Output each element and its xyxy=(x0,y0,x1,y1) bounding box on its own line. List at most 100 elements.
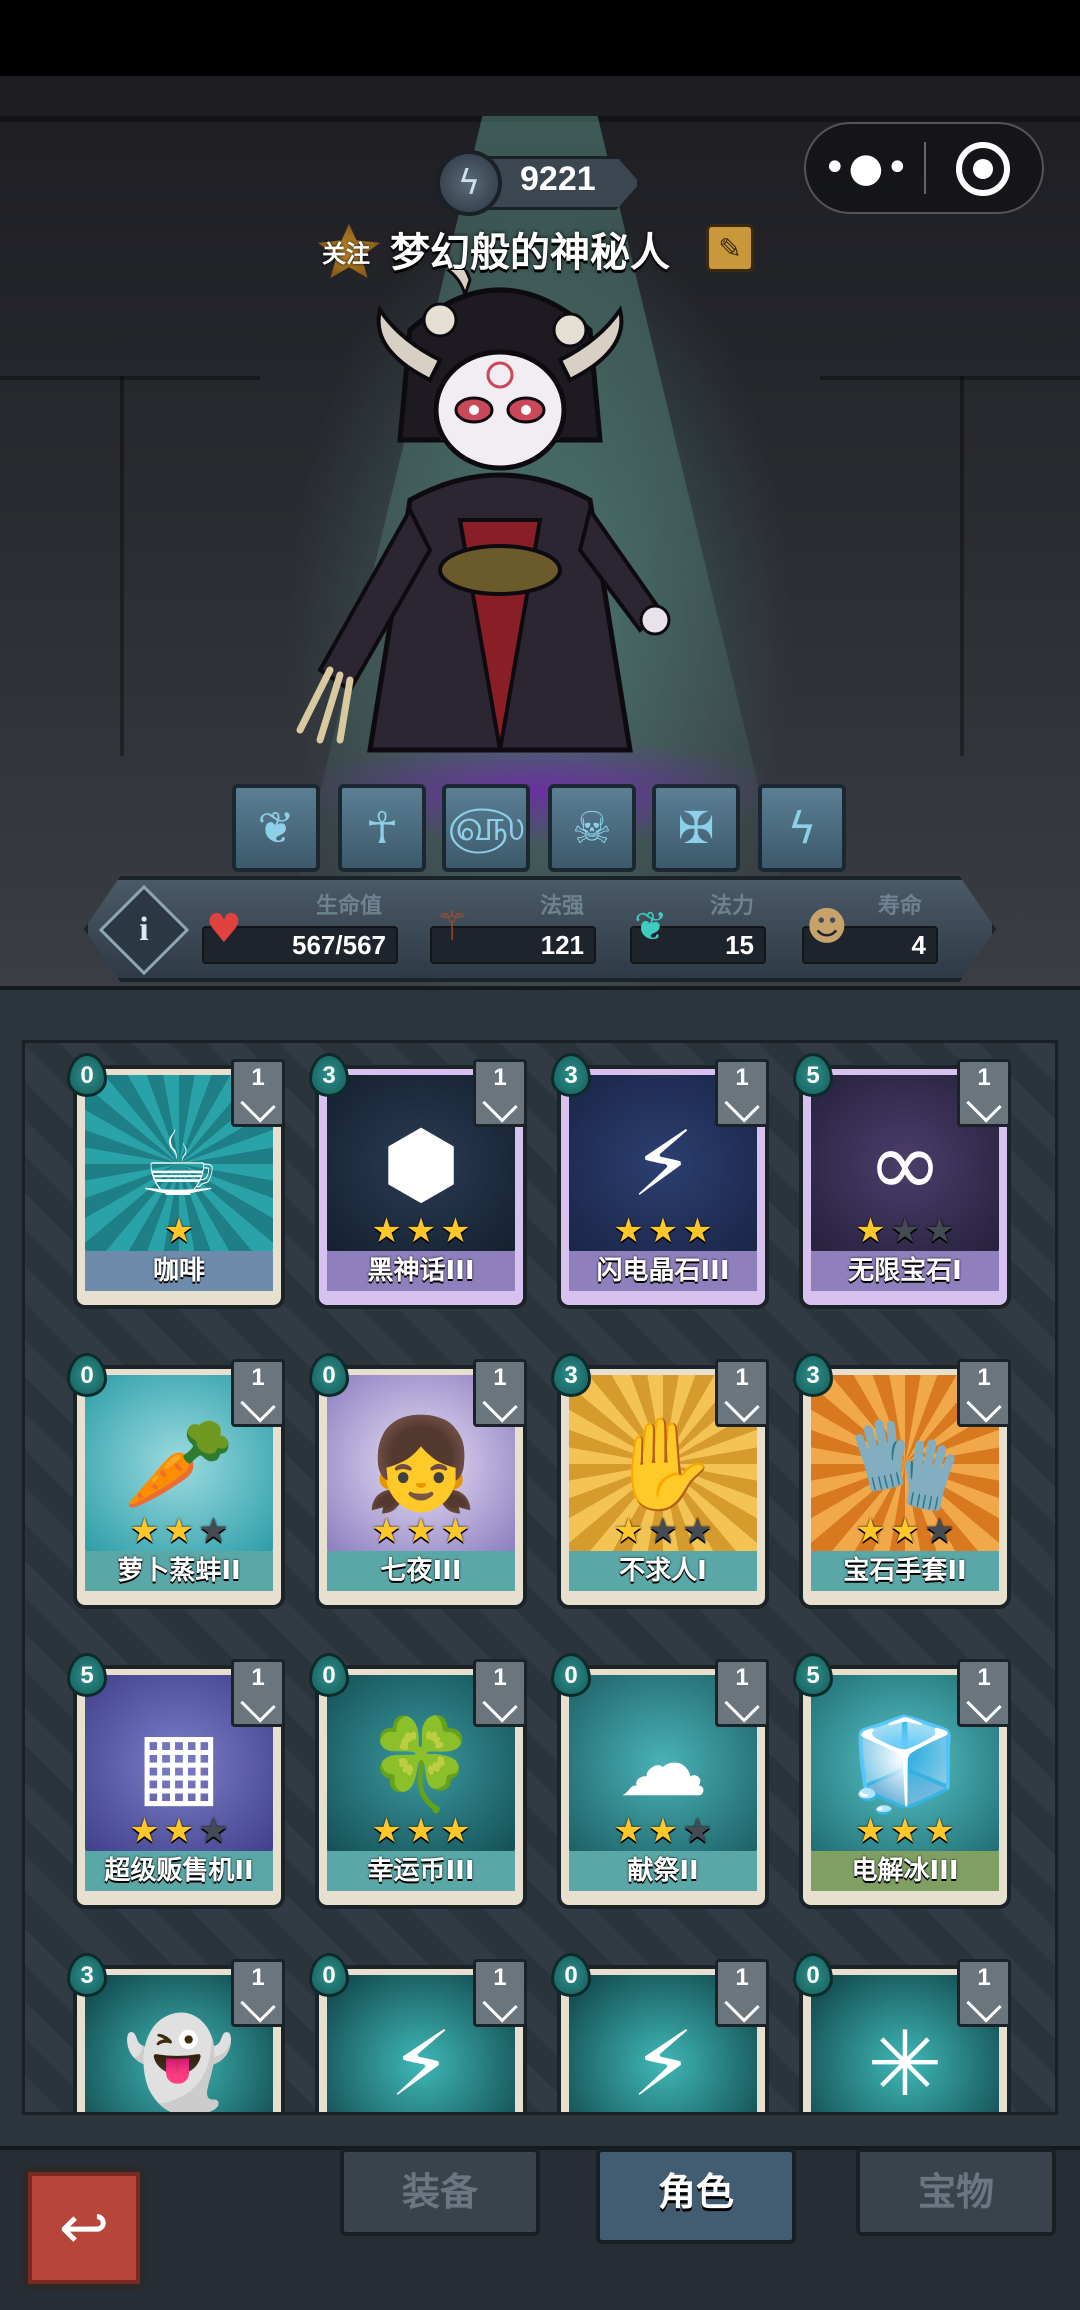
star-rating: ★ ★ ★ xyxy=(569,1211,757,1251)
item-card[interactable]: 🧤 ★ ★ ★ 宝石手套II 3 1 xyxy=(793,1353,1011,1609)
edit-name-icon[interactable]: ✎ xyxy=(706,224,754,272)
status-bar xyxy=(0,0,1080,76)
card-name: 电解冰III xyxy=(811,1851,999,1891)
star-icon: ★ xyxy=(889,1811,921,1851)
skill-bolt-icon[interactable]: ϟ xyxy=(758,784,846,872)
item-card[interactable]: ⚡ 0 1 xyxy=(551,1953,769,2112)
mana-cost-badge: 0 xyxy=(67,1353,107,1397)
stack-chevron-icon xyxy=(724,1087,760,1123)
tab-equipment[interactable]: 装备 xyxy=(340,2148,540,2236)
card-art-icon: ⚡ xyxy=(631,1111,695,1217)
star-icon: ★ xyxy=(163,1811,195,1851)
info-icon[interactable]: i xyxy=(112,898,176,962)
stack-chevron-icon xyxy=(482,1387,518,1423)
item-card[interactable]: ▦ ★ ★ ★ 超级贩售机II 5 1 xyxy=(67,1653,285,1909)
star-icon: ★ xyxy=(371,1511,402,1551)
item-card[interactable]: ✋ ★ ★ ★ 不求人I 3 1 xyxy=(551,1353,769,1609)
item-card[interactable]: 👻 3 1 xyxy=(67,1953,285,2112)
mana-label: 法力 xyxy=(710,894,755,919)
card-name: 幸运币III xyxy=(327,1851,515,1891)
stack-count-badge: 1 xyxy=(473,1059,527,1127)
mana-cost-badge: 0 xyxy=(793,1953,833,1997)
stack-chevron-icon xyxy=(966,1387,1002,1423)
more-menu-icon[interactable]: •●• xyxy=(812,124,922,212)
item-card[interactable]: ∞ ★ ★ ★ 无限宝石I 5 1 xyxy=(793,1053,1011,1309)
stack-count: 1 xyxy=(251,1964,265,1991)
mana-cost-badge: 0 xyxy=(309,1653,349,1697)
staff-icon: ⚚ xyxy=(434,904,470,950)
stack-count-badge: 1 xyxy=(473,1659,527,1727)
capsule-divider xyxy=(924,142,926,194)
star-icon: ★ xyxy=(371,1811,402,1851)
star-icon: ★ xyxy=(682,1811,713,1851)
stack-count: 1 xyxy=(977,1364,991,1391)
star-rating: ★ ★ ★ xyxy=(327,1811,515,1851)
item-card[interactable]: 🧊 ★ ★ ★ 电解冰III 5 1 xyxy=(793,1653,1011,1909)
item-card[interactable]: ☕ ★ 咖啡 0 1 xyxy=(67,1053,285,1309)
card-art-icon: ⚡ xyxy=(389,2011,453,2115)
star-icon: ★ xyxy=(682,1211,713,1251)
star-icon: ★ xyxy=(613,1811,644,1851)
star-icon: ★ xyxy=(405,1811,437,1851)
card-name: 献祭II xyxy=(569,1851,757,1891)
star-icon: ★ xyxy=(647,1211,679,1251)
card-art-icon: ☕ xyxy=(138,1111,220,1217)
star-icon: ★ xyxy=(855,1811,886,1851)
star-rating: ★ ★ ★ xyxy=(569,1511,757,1551)
card-art-icon: 🥕 xyxy=(122,1411,236,1517)
follow-label[interactable]: 关注 xyxy=(322,234,370,269)
mana-cost-badge: 5 xyxy=(67,1653,107,1697)
tab-treasure[interactable]: 宝物 xyxy=(856,2148,1056,2236)
stack-count-badge: 1 xyxy=(957,1959,1011,2027)
item-card[interactable]: ✳ 0 1 xyxy=(793,1953,1011,2115)
star-icon: ★ xyxy=(440,1211,471,1251)
item-card[interactable]: 🥕 ★ ★ ★ 萝卜蒸蚌II 0 1 xyxy=(67,1353,285,1609)
stack-count: 1 xyxy=(735,1964,749,1991)
card-art-icon: ✳ xyxy=(867,2011,943,2115)
skill-cross-icon[interactable]: ✠ xyxy=(652,784,740,872)
star-icon: ★ xyxy=(440,1811,471,1851)
skill-skull-icon[interactable]: ☠ xyxy=(548,784,636,872)
stack-chevron-icon xyxy=(966,1687,1002,1723)
power-label: 法强 xyxy=(540,894,585,919)
star-rating: ★ ★ ★ xyxy=(327,1211,515,1251)
item-card[interactable]: ⚡ 0 1 xyxy=(309,1953,527,2115)
item-card[interactable]: ⚡ ★ ★ ★ 闪电晶石III 3 1 xyxy=(551,1053,769,1309)
card-art-icon: 🍀 xyxy=(364,1711,478,1817)
item-card[interactable]: ⬢ ★ ★ ★ 黑神话III 3 1 xyxy=(309,1053,527,1309)
star-rating: ★ ★ ★ xyxy=(569,1811,757,1851)
close-miniprogram-icon[interactable] xyxy=(956,142,1010,196)
star-icon: ★ xyxy=(682,1511,713,1551)
star-icon: ★ xyxy=(198,1811,229,1851)
card-name: 七夜III xyxy=(327,1551,515,1591)
stack-count-badge: 1 xyxy=(473,1359,527,1427)
stack-count-badge: 1 xyxy=(231,1959,285,2027)
tab-character[interactable]: 角色 xyxy=(596,2148,796,2244)
skill-sprout-icon[interactable]: ❦ xyxy=(232,784,320,872)
stack-chevron-icon xyxy=(966,1987,1002,2023)
card-name: 不求人I xyxy=(569,1551,757,1591)
skill-figure-icon[interactable]: ☥ xyxy=(338,784,426,872)
item-card[interactable]: ☁ ★ ★ ★ 献祭II 0 1 xyxy=(551,1653,769,1909)
star-icon: ★ xyxy=(855,1511,886,1551)
card-grid[interactable]: ☕ ★ 咖啡 0 1 ⬢ ★ ★ ★ 黑神话III 3 1 ⚡ ★ ★ ★ 闪电晶石III 3 1 ∞ ★ ★ ★ 无限宝石I… xyxy=(22,1040,1058,2115)
skill-swirl-icon[interactable]: ௵ xyxy=(442,784,530,872)
stack-count: 1 xyxy=(977,1064,991,1091)
heart-icon: ♥ xyxy=(206,906,242,952)
star-icon: ★ xyxy=(889,1511,921,1551)
back-button[interactable]: ↩ xyxy=(22,2166,146,2290)
mana-cost-badge: 0 xyxy=(551,1653,591,1697)
star-icon: ★ xyxy=(405,1511,437,1551)
stack-count-badge: 1 xyxy=(715,1959,769,2027)
item-card[interactable]: 🍀 ★ ★ ★ 幸运币III 0 1 xyxy=(309,1653,527,1909)
stack-count: 1 xyxy=(251,1664,265,1691)
item-card[interactable]: 👧 ★ ★ ★ 七夜III 0 1 xyxy=(309,1353,527,1609)
stack-count: 1 xyxy=(735,1364,749,1391)
mana-cost-badge: 3 xyxy=(793,1353,833,1397)
card-name: 咖啡 xyxy=(85,1251,273,1291)
stack-count: 1 xyxy=(977,1964,991,1991)
stack-count-badge: 1 xyxy=(957,1059,1011,1127)
star-icon: ★ xyxy=(405,1211,437,1251)
star-icon: ★ xyxy=(198,1511,229,1551)
stack-count: 1 xyxy=(493,1064,507,1091)
